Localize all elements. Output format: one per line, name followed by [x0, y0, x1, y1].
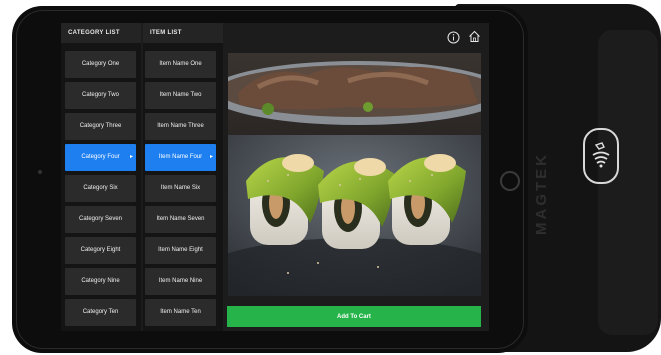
home-hardware-button[interactable]	[500, 171, 520, 191]
item-button[interactable]: Item Name Three	[145, 113, 216, 140]
item-button-selected[interactable]: Item Name Four	[145, 144, 216, 171]
category-button[interactable]: Category Eight	[65, 237, 136, 264]
info-icon[interactable]	[447, 31, 460, 44]
category-button[interactable]: Category One	[65, 51, 136, 78]
category-button[interactable]: Category Three	[65, 113, 136, 140]
item-list: Item Name One Item Name Two Item Name Th…	[143, 43, 223, 331]
category-list-header: CATEGORY LIST	[61, 23, 141, 43]
item-list-header: ITEM LIST	[143, 23, 223, 43]
contactless-reader	[583, 128, 619, 184]
category-button[interactable]: Category Seven	[65, 206, 136, 233]
item-button[interactable]: Item Name Seven	[145, 206, 216, 233]
brand-logo: MAGTEK	[533, 152, 550, 235]
item-button[interactable]: Item Name Six	[145, 175, 216, 202]
pos-screen: CATEGORY LIST ITEM LIST Category One Cat…	[61, 23, 489, 331]
front-camera	[38, 170, 42, 174]
add-to-cart-button[interactable]: Add To Cart	[227, 306, 481, 327]
category-button[interactable]: Category Nine	[65, 268, 136, 295]
item-button[interactable]: Item Name One	[145, 51, 216, 78]
category-button-selected[interactable]: Category Four	[65, 144, 136, 171]
item-button[interactable]: Item Name Two	[145, 82, 216, 109]
item-button[interactable]: Item Name Eight	[145, 237, 216, 264]
category-button[interactable]: Category Six	[65, 175, 136, 202]
category-button[interactable]: Category Ten	[65, 299, 136, 326]
contactless-icon	[592, 142, 610, 168]
item-button[interactable]: Item Name Nine	[145, 268, 216, 295]
item-button[interactable]: Item Name Ten	[145, 299, 216, 326]
product-photo	[228, 53, 481, 296]
category-button[interactable]: Category Two	[65, 82, 136, 109]
home-icon[interactable]	[468, 30, 481, 43]
category-list: Category One Category Two Category Three…	[61, 43, 141, 331]
